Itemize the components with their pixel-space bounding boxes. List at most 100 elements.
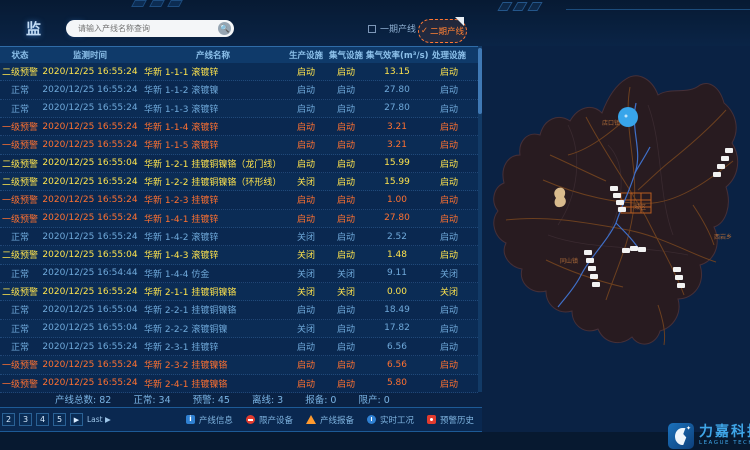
device-marker[interactable]	[588, 266, 596, 271]
cell-gas: 启动	[326, 83, 366, 96]
cell-eff: 27.80	[366, 213, 428, 223]
phase1-checkbox[interactable]: 一期产线	[368, 22, 416, 35]
table-row[interactable]: 正常2020/12/25 16:55:04华新 2-2-2 滚镀铜镍关闭启动17…	[0, 320, 478, 338]
table-row[interactable]: 二级预警2020/12/25 16:55:24华新 2-1-1 挂镀铜镍铬关闭关…	[0, 283, 478, 301]
next-page-button[interactable]: ▶	[70, 413, 83, 426]
device-marker[interactable]	[592, 282, 600, 287]
last-page-button[interactable]: Last ▶	[87, 415, 111, 424]
table-row[interactable]: 正常2020/12/25 16:55:24华新 1-1-3 滚镀锌启动启动27.…	[0, 100, 478, 118]
device-marker[interactable]	[638, 247, 646, 252]
device-marker[interactable]	[717, 164, 725, 169]
device-marker[interactable]	[677, 283, 685, 288]
map-place-label: 店口镇	[602, 119, 620, 127]
cell-status: 二级预警	[0, 157, 40, 170]
device-marker[interactable]	[675, 275, 683, 280]
table-row[interactable]: 二级预警2020/12/25 16:55:04华新 1-4-3 滚镀锌关闭启动1…	[0, 246, 478, 264]
pagination: 2345 ▶ Last ▶	[2, 413, 111, 426]
cell-gas: 启动	[326, 303, 366, 316]
cell-status: 正常	[0, 102, 40, 115]
table-row[interactable]: 一级预警2020/12/25 16:55:24华新 1-1-4 滚镀锌启动启动3…	[0, 118, 478, 136]
legend-item-report[interactable]: 产线报备	[306, 414, 354, 426]
highlight-zone	[554, 188, 566, 208]
header-divider-line	[566, 9, 750, 10]
district-map[interactable]: 店口镇城区同山镇西岩乡	[488, 55, 750, 400]
device-marker[interactable]	[673, 267, 681, 272]
cell-treat: 启动	[428, 102, 470, 115]
table-row[interactable]: 正常2020/12/25 16:55:24华新 2-3-1 挂镀锌启动启动6.5…	[0, 338, 478, 356]
cell-treat: 关闭	[428, 267, 470, 280]
search-input[interactable]	[78, 24, 218, 33]
cell-time: 2020/12/25 16:55:24	[40, 232, 140, 242]
table-row[interactable]: 正常2020/12/25 16:55:24华新 1-1-2 滚镀镍启动启动27.…	[0, 81, 478, 99]
restrict-icon	[246, 415, 255, 424]
scrollbar-thumb[interactable]	[478, 48, 482, 114]
cell-status: 一级预警	[0, 212, 40, 225]
cell-name: 华新 1-1-2 滚镀镍	[140, 83, 286, 96]
legend-label: 产线信息	[199, 414, 233, 426]
device-marker[interactable]	[590, 274, 598, 279]
blue-town-marker[interactable]	[618, 107, 638, 127]
cell-time: 2020/12/25 16:55:24	[40, 103, 140, 113]
device-marker[interactable]	[618, 207, 626, 212]
logo-subtitle: LEAGUE TECH	[699, 441, 750, 447]
device-marker[interactable]	[630, 246, 638, 251]
search-box[interactable]: 🔍	[66, 20, 234, 37]
device-marker[interactable]	[613, 193, 621, 198]
cell-name: 华新 2-2-1 挂镀铜镍铬	[140, 303, 286, 316]
checkbox-icon[interactable]	[368, 25, 376, 33]
search-icon[interactable]: 🔍	[218, 22, 231, 35]
cell-time: 2020/12/25 16:55:24	[40, 85, 140, 95]
company-logo: ✦ 力嘉科技 LEAGUE TECH	[668, 423, 750, 449]
cell-time: 2020/12/25 16:55:24	[40, 342, 140, 352]
cell-status: 正常	[0, 83, 40, 96]
table-row[interactable]: 一级预警2020/12/25 16:55:24华新 2-3-2 挂镀镍铬启动启动…	[0, 356, 478, 374]
cell-gas: 关闭	[326, 285, 366, 298]
cell-time: 2020/12/25 16:55:24	[40, 195, 140, 205]
device-marker[interactable]	[622, 248, 630, 253]
table-row[interactable]: 正常2020/12/25 16:55:24华新 1-4-2 滚镀锌关闭启动2.5…	[0, 228, 478, 246]
legend-item-realtime[interactable]: 实时工况	[367, 414, 414, 426]
column-header-5: 集气效率(m³/s)	[366, 49, 428, 61]
decorative-tabs	[133, 0, 181, 7]
cell-status: 一级预警	[0, 193, 40, 206]
cell-status: 二级预警	[0, 248, 40, 261]
cell-eff: 18.49	[366, 305, 428, 315]
table-row[interactable]: 一级预警2020/12/25 16:55:24华新 1-2-3 挂镀锌启动启动1…	[0, 191, 478, 209]
cell-eff: 27.80	[366, 85, 428, 95]
cell-gas: 启动	[326, 248, 366, 261]
page-button-4[interactable]: 4	[36, 413, 49, 426]
info-icon: i	[186, 415, 195, 424]
device-marker[interactable]	[713, 172, 721, 177]
page-button-3[interactable]: 3	[19, 413, 32, 426]
district-boundary	[494, 76, 738, 344]
column-header-1: 监测时间	[40, 49, 140, 61]
table-row[interactable]: 正常2020/12/25 16:54:44华新 1-4-4 仿金关闭关闭9.11…	[0, 265, 478, 283]
table-row[interactable]: 二级预警2020/12/25 16:55:24华新 1-1-1 滚镀锌启动启动1…	[0, 63, 478, 81]
map-place-label: 西岩乡	[714, 233, 732, 241]
page-button-5[interactable]: 5	[53, 413, 66, 426]
cell-prod: 启动	[286, 120, 326, 133]
table-row[interactable]: 一级预警2020/12/25 16:55:24华新 1-4-1 挂镀锌启动启动2…	[0, 210, 478, 228]
table-row[interactable]: 正常2020/12/25 16:55:04华新 2-2-1 挂镀铜镍铬启动启动1…	[0, 301, 478, 319]
device-marker[interactable]	[721, 156, 729, 161]
cell-name: 华新 1-4-2 滚镀锌	[140, 230, 286, 243]
summary-item: 报备: 0	[305, 392, 336, 406]
table-row[interactable]: 二级预警2020/12/25 16:55:24华新 1-2-2 挂镀铜镍铬（环形…	[0, 173, 478, 191]
device-marker[interactable]	[725, 148, 733, 153]
cell-eff: 2.52	[366, 232, 428, 242]
town-marker[interactable]	[618, 107, 638, 127]
table-row[interactable]: 二级预警2020/12/25 16:55:04华新 1-2-1 挂镀铜镍铬（龙门…	[0, 155, 478, 173]
cell-gas: 启动	[326, 102, 366, 115]
table-row[interactable]: 一级预警2020/12/25 16:55:24华新 1-1-5 滚镀锌启动启动3…	[0, 136, 478, 154]
table-scrollbar[interactable]	[478, 46, 482, 392]
device-marker[interactable]	[584, 250, 592, 255]
legend-item-alarm[interactable]: 预警历史	[427, 414, 474, 426]
device-marker[interactable]	[610, 186, 618, 191]
cell-gas: 启动	[326, 377, 366, 390]
device-marker[interactable]	[586, 258, 594, 263]
legend-item-info[interactable]: i 产线信息	[186, 414, 233, 426]
device-marker[interactable]	[616, 200, 624, 205]
cell-gas: 启动	[326, 120, 366, 133]
legend-item-restrict[interactable]: 限产设备	[246, 414, 293, 426]
page-button-2[interactable]: 2	[2, 413, 15, 426]
